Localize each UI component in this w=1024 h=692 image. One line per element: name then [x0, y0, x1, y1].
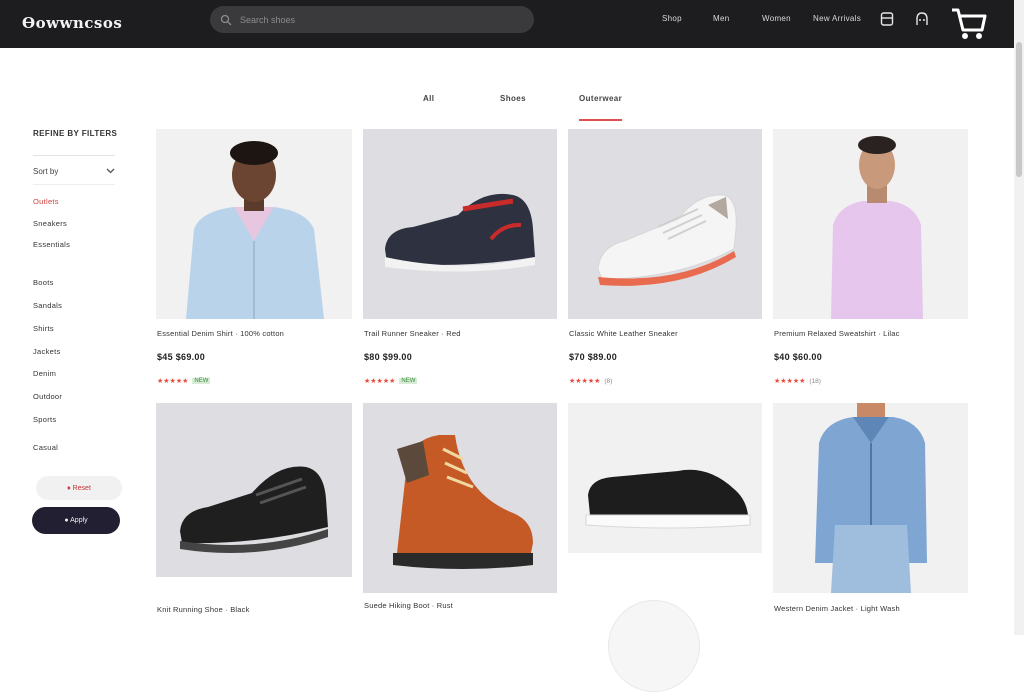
nav-link-shop[interactable]: Shop	[662, 14, 682, 23]
product-price: $70 $89.00	[569, 352, 618, 362]
category-item[interactable]: Boots	[33, 278, 54, 287]
tab-all[interactable]: All	[423, 94, 434, 103]
star-rating: ★★★★★	[364, 378, 396, 385]
product-price: $40 $60.00	[774, 352, 823, 362]
category-item[interactable]: Denim	[33, 369, 56, 378]
product-tag: NEW	[399, 378, 418, 384]
floating-action-button[interactable]	[608, 600, 700, 692]
product-rating: ★★★★★ (18)	[774, 377, 821, 386]
product-price: $80 $99.00	[364, 352, 413, 362]
active-tab-indicator	[579, 119, 622, 121]
product-image-orange-boot[interactable]	[363, 403, 557, 593]
product-image-white-sneaker[interactable]	[568, 129, 762, 319]
product-rating: ★★★★★ NEW	[364, 377, 418, 385]
tab-shoes[interactable]: Shoes	[500, 94, 526, 103]
product-image-navy-sneaker[interactable]	[363, 129, 557, 319]
category-item[interactable]: Casual	[33, 443, 58, 452]
product-rating: ★★★★★ NEW	[157, 377, 211, 385]
product-name[interactable]: Trail Runner Sneaker · Red	[364, 329, 461, 338]
user-icon[interactable]	[914, 11, 930, 32]
product-rating: ★★★★★ (8)	[569, 377, 613, 386]
product-name[interactable]: Knit Running Shoe · Black	[157, 605, 250, 614]
category-item[interactable]: Sports	[33, 415, 56, 424]
category-item[interactable]: Sneakers	[33, 219, 67, 228]
search-input[interactable]: Search shoes	[210, 6, 534, 33]
divider	[33, 184, 115, 185]
nav-link-women[interactable]: Women	[762, 14, 791, 23]
product-tag: NEW	[192, 378, 211, 384]
sort-dropdown[interactable]: Sort by	[33, 163, 115, 179]
review-count: (8)	[604, 377, 613, 385]
category-item[interactable]: Jackets	[33, 347, 61, 356]
top-header-bar: Ɵowwncsos Search shoes Shop Men Women Ne…	[0, 0, 1014, 48]
product-image-denim-jacket[interactable]	[773, 403, 968, 593]
search-icon	[220, 14, 232, 25]
bookmark-icon[interactable]	[880, 11, 894, 32]
apply-filters-button[interactable]: ● Apply	[32, 507, 120, 534]
sort-label: Sort by	[33, 166, 59, 176]
product-name[interactable]: Essential Denim Shirt · 100% cotton	[157, 329, 284, 338]
category-item[interactable]: Essentials	[33, 240, 70, 249]
product-image-lilac-sweater[interactable]	[773, 129, 968, 319]
star-rating: ★★★★★	[569, 378, 601, 385]
chevron-down-icon	[106, 168, 115, 174]
category-item[interactable]: Sandals	[33, 301, 62, 310]
cart-icon[interactable]	[950, 6, 988, 47]
category-item[interactable]: Outdoor	[33, 392, 62, 401]
star-rating: ★★★★★	[157, 378, 189, 385]
product-name[interactable]: Classic White Leather Sneaker	[569, 329, 678, 338]
nav-link-men[interactable]: Men	[713, 14, 729, 23]
product-image-denim-shirt[interactable]	[156, 129, 352, 319]
reset-filters-button[interactable]: ♦ Reset	[36, 476, 122, 500]
product-image-black-slipon[interactable]	[568, 403, 762, 553]
review-count: (18)	[809, 377, 821, 385]
divider	[33, 155, 115, 156]
page-scrollbar[interactable]	[1014, 0, 1024, 635]
tab-outerwear[interactable]: Outerwear	[579, 94, 622, 103]
search-placeholder: Search shoes	[240, 14, 296, 25]
product-name[interactable]: Suede Hiking Boot · Rust	[364, 601, 453, 610]
product-name[interactable]: Premium Relaxed Sweatshirt · Lilac	[774, 329, 900, 338]
scrollbar-thumb[interactable]	[1016, 42, 1022, 177]
product-name[interactable]: Western Denim Jacket · Light Wash	[774, 604, 900, 613]
category-item[interactable]: Shirts	[33, 324, 54, 333]
filter-title: REFINE BY FILTERS	[33, 129, 118, 138]
nav-link-new-arrivals[interactable]: New Arrivals	[813, 14, 861, 23]
product-image-black-sneaker[interactable]	[156, 403, 352, 577]
star-rating: ★★★★★	[774, 378, 806, 385]
brand-logo[interactable]: Ɵowwncsos	[22, 14, 122, 32]
category-item[interactable]: Outlets	[33, 197, 59, 206]
product-price: $45 $69.00	[157, 352, 206, 362]
